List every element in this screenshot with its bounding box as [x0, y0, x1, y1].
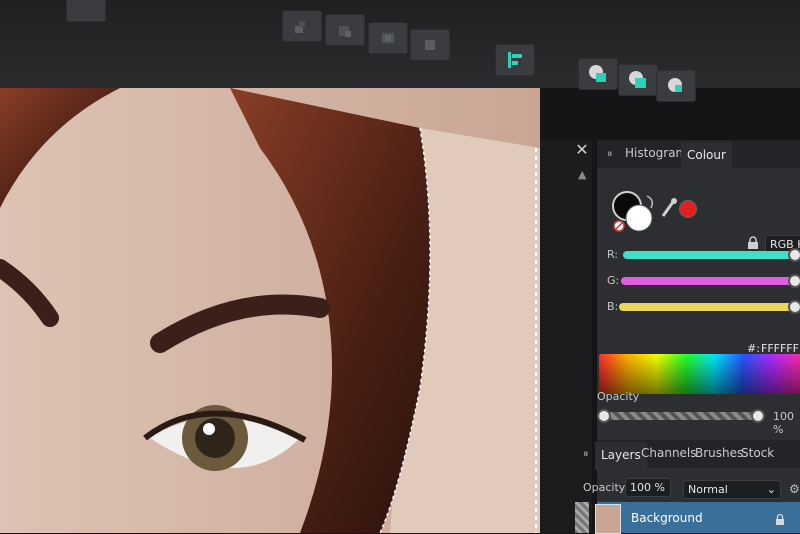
align-fill-button[interactable]	[410, 29, 450, 61]
align-bottom-left-icon	[295, 21, 305, 33]
red-slider-knob[interactable]	[788, 248, 800, 262]
lock-icon[interactable]	[775, 513, 785, 527]
blend-mode-value: Normal	[688, 483, 728, 496]
boolean-add-button[interactable]	[578, 58, 618, 90]
canvas-scrollbar[interactable]	[540, 140, 592, 533]
tab-histogram[interactable]: Histogram	[625, 146, 687, 160]
r-label: R:	[607, 248, 619, 261]
opacity-label: Opacity	[597, 390, 640, 403]
blue-slider[interactable]	[619, 303, 795, 311]
lock-icon[interactable]	[747, 236, 759, 250]
tab-layers[interactable]: Layers	[595, 442, 647, 470]
green-slider-knob[interactable]	[788, 274, 800, 288]
align-bottom-left-button[interactable]	[282, 10, 322, 42]
colour-panel-tabs: ⏸ Histogram Colour	[597, 140, 800, 170]
tab-brushes[interactable]: Brushes	[695, 446, 743, 460]
align-center-button[interactable]	[368, 22, 408, 54]
drag-grip-icon[interactable]: ⏸	[583, 447, 589, 461]
align-left-button[interactable]	[495, 44, 535, 76]
document-canvas[interactable]	[0, 88, 540, 533]
boolean-subtract-button[interactable]	[618, 64, 658, 96]
g-label: G:	[607, 274, 620, 287]
layer-opacity-label: Opacity:	[583, 481, 629, 494]
tab-channels[interactable]: Channels	[641, 446, 697, 460]
tab-stock[interactable]: Stock	[741, 446, 774, 460]
layers-panel-tabs: ⏸ Layers Channels Brushes Stock	[583, 440, 800, 470]
layer-row[interactable]: Background	[575, 502, 800, 534]
green-slider[interactable]	[621, 277, 795, 285]
colour-spectrum[interactable]	[599, 354, 800, 394]
layer-name: Background	[631, 511, 703, 525]
layer-opacity-field[interactable]: 100 %	[625, 478, 671, 497]
gear-icon[interactable]: ⚙	[789, 482, 800, 496]
drag-grip-icon[interactable]: ⏸	[607, 147, 613, 161]
photo-portrait	[0, 88, 540, 533]
b-label: B:	[607, 300, 619, 313]
blend-mode-select[interactable]: Normal ⌄	[683, 480, 781, 499]
opacity-slider-knob[interactable]	[751, 409, 765, 423]
close-icon[interactable]: ✕	[572, 140, 592, 160]
opacity-slider[interactable]	[597, 412, 757, 420]
colour-picker-icon[interactable]	[659, 196, 679, 220]
layer-visibility-icon[interactable]	[575, 502, 589, 533]
fill-stroke-swatch-icon[interactable]	[611, 190, 655, 234]
opacity-value: 100 %	[773, 410, 794, 436]
blue-slider-knob[interactable]	[788, 300, 800, 314]
align-fill-icon	[425, 40, 435, 50]
chevron-down-icon: ⌄	[766, 483, 776, 496]
boolean-intersect-button[interactable]	[656, 70, 696, 102]
align-bottom-right-icon	[339, 26, 351, 37]
picked-colour-dot[interactable]	[679, 200, 697, 218]
align-center-icon	[382, 33, 394, 43]
opacity-slider-left-knob[interactable]	[597, 409, 611, 423]
toolbar-button-top[interactable]	[66, 0, 106, 22]
align-left-icon	[508, 52, 522, 68]
studio-panel: ⏸ Histogram Colour RGB He R: G: B: #: FF…	[575, 140, 800, 534]
boolean-intersect-icon	[668, 78, 682, 92]
tab-colour[interactable]: Colour	[681, 142, 732, 170]
align-bottom-right-button[interactable]	[325, 14, 365, 46]
scroll-up-arrow-icon[interactable]: ▲	[578, 168, 586, 181]
layer-thumbnail	[595, 504, 621, 534]
red-slider[interactable]	[623, 251, 795, 259]
boolean-add-icon	[589, 65, 606, 82]
boolean-subtract-icon	[629, 71, 646, 88]
top-toolbar	[0, 0, 800, 102]
